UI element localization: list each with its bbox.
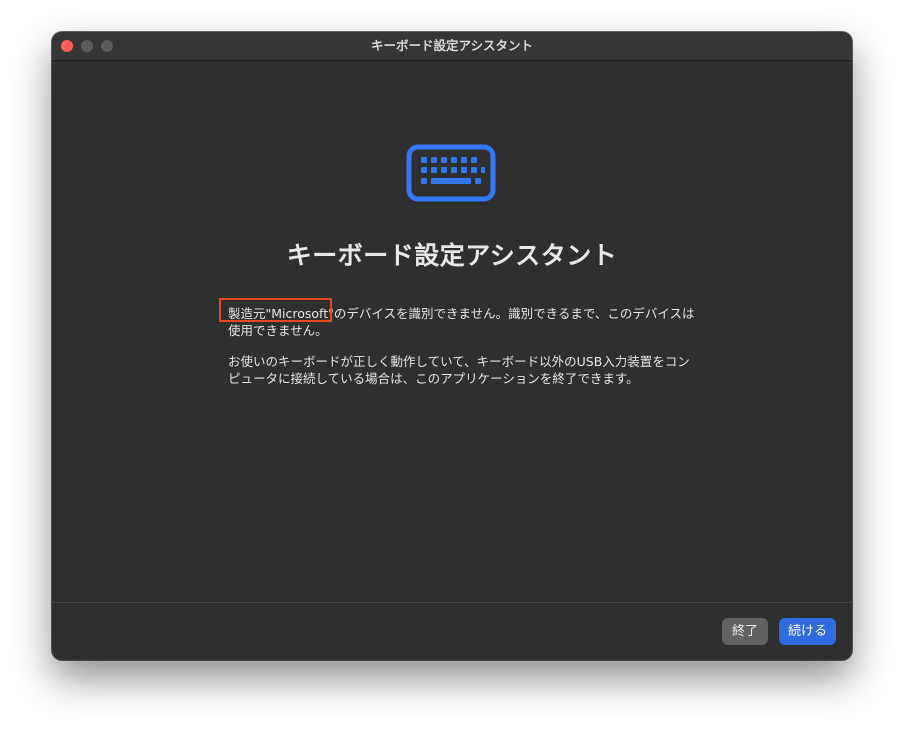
continue-button[interactable]: 続ける [779,618,836,645]
manufacturer-highlight [219,298,332,322]
quit-button[interactable]: 終了 [722,618,768,645]
setup-assistant-window: キーボード設定アシスタント キーボード設定アシスタント 製造元"Microsof… [52,32,852,660]
close-window-button[interactable] [61,40,73,52]
title-bar: キーボード設定アシスタント [52,32,852,61]
footer-divider [52,602,852,603]
minimize-window-button[interactable] [81,40,93,52]
description-paragraph-2: お使いのキーボードが正しく動作していて、キーボード以外のUSB入力装置をコンピュ… [228,354,690,386]
page-title: キーボード設定アシスタント [286,241,618,270]
zoom-window-button[interactable] [101,40,113,52]
window-title: キーボード設定アシスタント [370,38,533,53]
keyboard-icon [406,144,496,202]
